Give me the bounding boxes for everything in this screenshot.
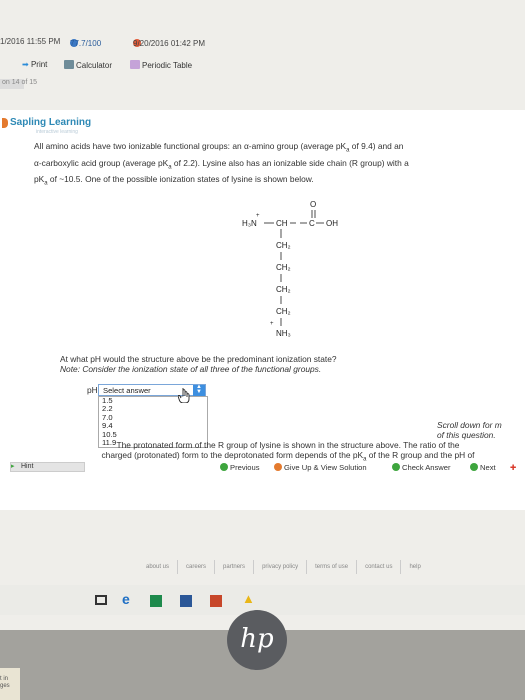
warning-app-icon[interactable]: ▲ <box>242 592 255 605</box>
print-button[interactable]: ➡ Print <box>22 60 47 69</box>
terminal-charge: + <box>270 321 274 327</box>
check-answer-label: Check Answer <box>402 463 451 472</box>
toolbar: ➡ Print Calculator Periodic Table <box>0 56 525 74</box>
carboxyl-carbon: C <box>309 219 315 228</box>
amine-group: H₃N <box>242 219 257 228</box>
footer-links: about us careers partners privacy policy ter… <box>138 560 429 576</box>
sapling-logo-icon <box>2 118 8 128</box>
calculator-button[interactable]: Calculator <box>64 60 112 70</box>
score-value: 77.7/100 <box>70 39 102 48</box>
check-answer-button[interactable]: Check Answer <box>392 463 451 472</box>
brand-name: Sapling Learning <box>10 117 92 128</box>
sticky-note-line-1: t in <box>0 676 9 682</box>
hint-arrow-icon: ▸ <box>11 463 15 470</box>
task-view-icon[interactable] <box>95 595 107 605</box>
powerpoint-icon[interactable] <box>210 595 222 607</box>
periodic-table-label: Periodic Table <box>142 61 193 70</box>
calculator-icon <box>64 60 74 69</box>
session-time: 1/2016 11:55 PM <box>0 37 61 46</box>
chain-ch2-3: CH₂ <box>276 285 291 294</box>
footer-link-contact[interactable]: contact us <box>356 560 400 574</box>
question-intro: All amino acids have two ionizable funct… <box>34 140 514 190</box>
lysine-structure: O + H₃N CH C OH CH₂ CH₂ CH₂ CH₂ + NH₃ <box>242 200 338 338</box>
previous-label: Previous <box>230 463 260 472</box>
alpha-carbon: CH <box>276 219 288 228</box>
chain-ch2-1: CH₂ <box>276 241 291 250</box>
next-label: Next <box>480 463 496 472</box>
terminal-amine: NH₃ <box>276 329 291 338</box>
give-up-label: Give Up & View Solution <box>284 463 367 472</box>
protonated-paragraph: The protonated form of the R group of ly… <box>58 440 518 465</box>
scroll-msg-line-1: Scroll down for m <box>437 420 502 430</box>
footer-link-terms[interactable]: terms of use <box>306 560 356 574</box>
store-icon[interactable] <box>150 595 162 607</box>
question-text: At what pH would the structure above be … <box>60 354 337 364</box>
ph-option[interactable]: 7.0 <box>99 413 207 422</box>
footer-link-partners[interactable]: partners <box>214 560 253 574</box>
next-button[interactable]: Next <box>470 463 496 472</box>
previous-button[interactable]: Previous <box>220 463 260 472</box>
brand-tagline: interactive learning <box>36 129 78 135</box>
footer-link-privacy[interactable]: privacy policy <box>253 560 306 574</box>
oxygen-label: O <box>310 200 316 209</box>
footer-link-help[interactable]: help <box>400 560 428 574</box>
question-note: Note: Consider the ionization state of a… <box>60 364 322 374</box>
word-icon[interactable] <box>180 595 192 607</box>
intro-line-3: pKa of ~10.5. One of the possible ioniza… <box>34 174 314 188</box>
hint-label: Hint <box>21 463 34 470</box>
print-arrow-icon: ➡ <box>22 60 29 69</box>
footer-link-about[interactable]: about us <box>138 560 177 574</box>
sticky-note: t in ges <box>0 668 20 700</box>
due-date-value: 9/20/2016 01:42 PM <box>133 39 206 48</box>
footer-link-careers[interactable]: careers <box>177 560 214 574</box>
edge-browser-icon[interactable]: e <box>122 592 134 606</box>
scroll-down-message: Scroll down for m of this question. <box>437 420 502 440</box>
question-counter: on 14 of 15 <box>0 79 37 89</box>
ph-option[interactable]: 2.2 <box>99 404 207 413</box>
print-label: Print <box>30 60 48 69</box>
sticky-note-line-2: ges <box>0 683 10 689</box>
status-bar: 1/2016 11:55 PM 77.7/100 9/20/2016 01:42… <box>0 35 525 49</box>
protonated-line-1: The protonated form of the R group of ly… <box>116 440 460 450</box>
give-up-button[interactable]: Give Up & View Solution <box>274 463 367 472</box>
flag-icon[interactable]: ✚ <box>510 463 516 472</box>
periodic-table-icon <box>130 60 140 69</box>
hydroxyl-group: OH <box>326 219 338 228</box>
hand-cursor-icon <box>178 388 190 403</box>
previous-arrow-icon <box>220 463 228 471</box>
chain-ch2-2: CH₂ <box>276 263 291 272</box>
select-value: Select answer <box>103 386 151 395</box>
chain-ch2-4: CH₂ <box>276 307 291 316</box>
intro-line-2: α-carboxylic acid group (average pKa of … <box>34 157 409 171</box>
intro-line-1: All amino acids have two ionizable funct… <box>34 141 404 154</box>
screen: 1/2016 11:55 PM 77.7/100 9/20/2016 01:42… <box>0 0 525 630</box>
give-up-icon <box>274 463 282 471</box>
check-icon <box>392 463 400 471</box>
scroll-msg-line-2: of this question. <box>437 430 496 440</box>
calculator-label: Calculator <box>76 61 113 70</box>
periodic-table-button[interactable]: Periodic Table <box>130 60 192 70</box>
question-nav: ▸ Hint Previous Give Up & View Solution C… <box>0 462 525 474</box>
question-prompt: At what pH would the structure above be … <box>60 354 337 374</box>
select-arrows-icon[interactable]: ▲ ▼ <box>193 384 205 396</box>
hint-button[interactable]: ▸ Hint <box>10 462 85 472</box>
next-arrow-icon <box>470 463 478 471</box>
hp-logo: hp <box>227 610 287 670</box>
